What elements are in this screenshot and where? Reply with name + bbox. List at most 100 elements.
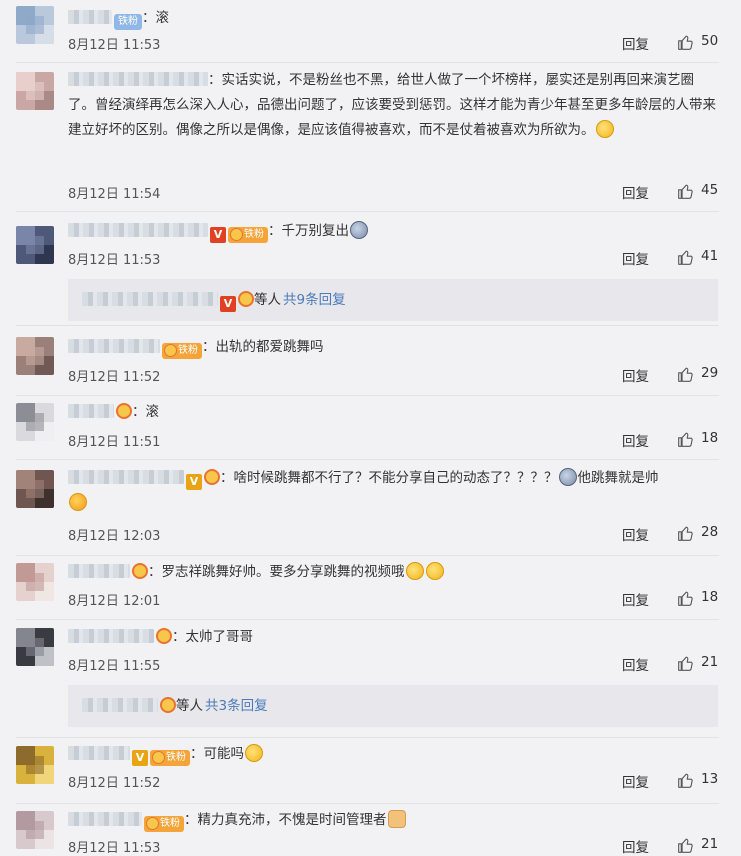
like-icon[interactable]: [677, 837, 694, 854]
reply-button[interactable]: 回复: [622, 182, 649, 202]
comment-time: 8月12日 11:53: [68, 253, 161, 268]
avatar[interactable]: [16, 628, 54, 666]
like-icon[interactable]: [677, 431, 694, 448]
avatar[interactable]: [16, 563, 54, 601]
like-icon[interactable]: [677, 772, 694, 789]
like-icon[interactable]: [677, 34, 694, 51]
fan-crown-icon: [238, 291, 254, 307]
comment-feed: 铁粉 ：滚 8月12日 11:53 回复 50 ：实话实说，不是粉丝也不黑，给世人做了一个…: [0, 0, 741, 856]
fan-badge-label: 铁粉: [160, 818, 180, 829]
fan-badge-label: 铁粉: [244, 229, 264, 240]
sub-reply-label: 等人: [254, 292, 281, 308]
avatar[interactable]: [16, 72, 54, 110]
like-count: 29: [701, 365, 719, 381]
reply-button[interactable]: 回复: [622, 365, 649, 385]
fan-crown-icon: [204, 469, 220, 485]
like-icon[interactable]: [677, 655, 694, 672]
avatar[interactable]: [16, 337, 54, 375]
avatar[interactable]: [16, 403, 54, 441]
avatar-pixel: [26, 821, 44, 839]
fan-badge-label: 铁粉: [118, 16, 138, 27]
verified-icon: V: [220, 296, 236, 312]
crown-icon: [152, 751, 165, 764]
reply-button[interactable]: 回复: [622, 33, 649, 53]
username[interactable]: [68, 223, 208, 237]
comment-body: ：实话实说，不是粉丝也不黑，给世人做了一个坏榜样，屡实还是别再回来演艺圈了。曾经…: [68, 68, 719, 143]
comment-text: ：罗志祥跳舞好帅。要多分享跳舞的视频哦: [148, 564, 405, 580]
like-icon[interactable]: [677, 525, 694, 542]
view-replies-link[interactable]: 共3条回复: [205, 698, 268, 714]
fan-crown-icon: [156, 628, 172, 644]
sub-reply-summary[interactable]: 等人 共3条回复: [68, 685, 718, 727]
fan-badge: 铁粉: [114, 14, 142, 30]
reply-button[interactable]: 回复: [622, 430, 649, 450]
avatar-pixel: [26, 756, 44, 774]
like-count: 21: [701, 654, 719, 670]
fan-crown-icon: [116, 403, 132, 419]
like-icon[interactable]: [677, 366, 694, 383]
like-icon[interactable]: [677, 249, 694, 266]
reply-button[interactable]: 回复: [622, 771, 649, 791]
comment-time: 8月12日 11:52: [68, 776, 161, 791]
avatar[interactable]: [16, 226, 54, 264]
emoji-icon: [558, 468, 577, 486]
like-icon[interactable]: [677, 590, 694, 607]
comment-text: ：滚: [132, 404, 159, 420]
username[interactable]: [82, 292, 218, 306]
crown-icon: [230, 228, 243, 241]
avatar[interactable]: [16, 746, 54, 784]
reply-button[interactable]: 回复: [622, 836, 649, 856]
username[interactable]: [68, 10, 112, 24]
username[interactable]: [68, 470, 184, 484]
username[interactable]: [68, 812, 142, 826]
comment-text: ：啥时候跳舞都不行了？不能分享自己的动态了？？？？: [220, 470, 558, 486]
divider: [16, 619, 719, 620]
like-icon[interactable]: [677, 183, 694, 200]
thumbs-up-emoji-icon: [387, 810, 406, 828]
comment-body: V ：啥时候跳舞都不行了？不能分享自己的动态了？？？？ 他跳舞就是帅: [68, 466, 721, 516]
username[interactable]: [68, 629, 154, 643]
avatar-pixel: [26, 16, 44, 34]
reply-button[interactable]: 回复: [622, 248, 649, 268]
like-count: 45: [701, 182, 719, 198]
reply-button[interactable]: 回复: [622, 589, 649, 609]
reply-button[interactable]: 回复: [622, 524, 649, 544]
verified-icon: V: [132, 750, 148, 766]
comment-body: V 铁粉 ：可能吗: [68, 742, 721, 767]
divider: [16, 737, 719, 738]
comment-body: 铁粉 ：滚: [68, 6, 721, 31]
reply-button[interactable]: 回复: [622, 654, 649, 674]
fan-badge: 铁粉: [150, 750, 190, 766]
comment-body: V 铁粉 ：千万别复出: [68, 219, 721, 244]
username[interactable]: [68, 746, 130, 760]
avatar-pixel: [26, 347, 44, 365]
avatar[interactable]: [16, 6, 54, 44]
fan-badge: 铁粉: [228, 227, 268, 243]
avatar[interactable]: [16, 811, 54, 849]
emoji-icon: [405, 562, 424, 580]
username[interactable]: [68, 72, 208, 86]
comment-text: ：滚: [142, 10, 169, 26]
view-replies-link[interactable]: 共9条回复: [283, 292, 346, 308]
username[interactable]: [68, 404, 114, 418]
like-count: 50: [701, 33, 719, 49]
comment-body: 铁粉 ：出轨的都爱跳舞吗: [68, 335, 721, 360]
comment-text: ：可能吗: [190, 746, 244, 762]
emoji-icon: [245, 744, 263, 762]
comment-time: 8月12日 11:54: [68, 187, 161, 202]
fan-crown-icon: [132, 563, 148, 579]
like-count: 13: [701, 771, 719, 787]
emoji-icon: [69, 493, 87, 511]
fan-crown-icon: [160, 697, 176, 713]
username[interactable]: [82, 698, 158, 712]
avatar[interactable]: [16, 470, 54, 508]
comment-time: 8月12日 11:53: [68, 38, 161, 53]
emoji-icon: [595, 120, 614, 138]
fan-badge: 铁粉: [144, 816, 184, 832]
comment-text-cont: 他跳舞就是帅: [577, 470, 659, 486]
username[interactable]: [68, 564, 130, 578]
username[interactable]: [68, 339, 160, 353]
avatar-pixel: [26, 480, 44, 498]
avatar-pixel: [26, 573, 44, 591]
sub-reply-summary[interactable]: V 等人 共9条回复: [68, 279, 718, 321]
